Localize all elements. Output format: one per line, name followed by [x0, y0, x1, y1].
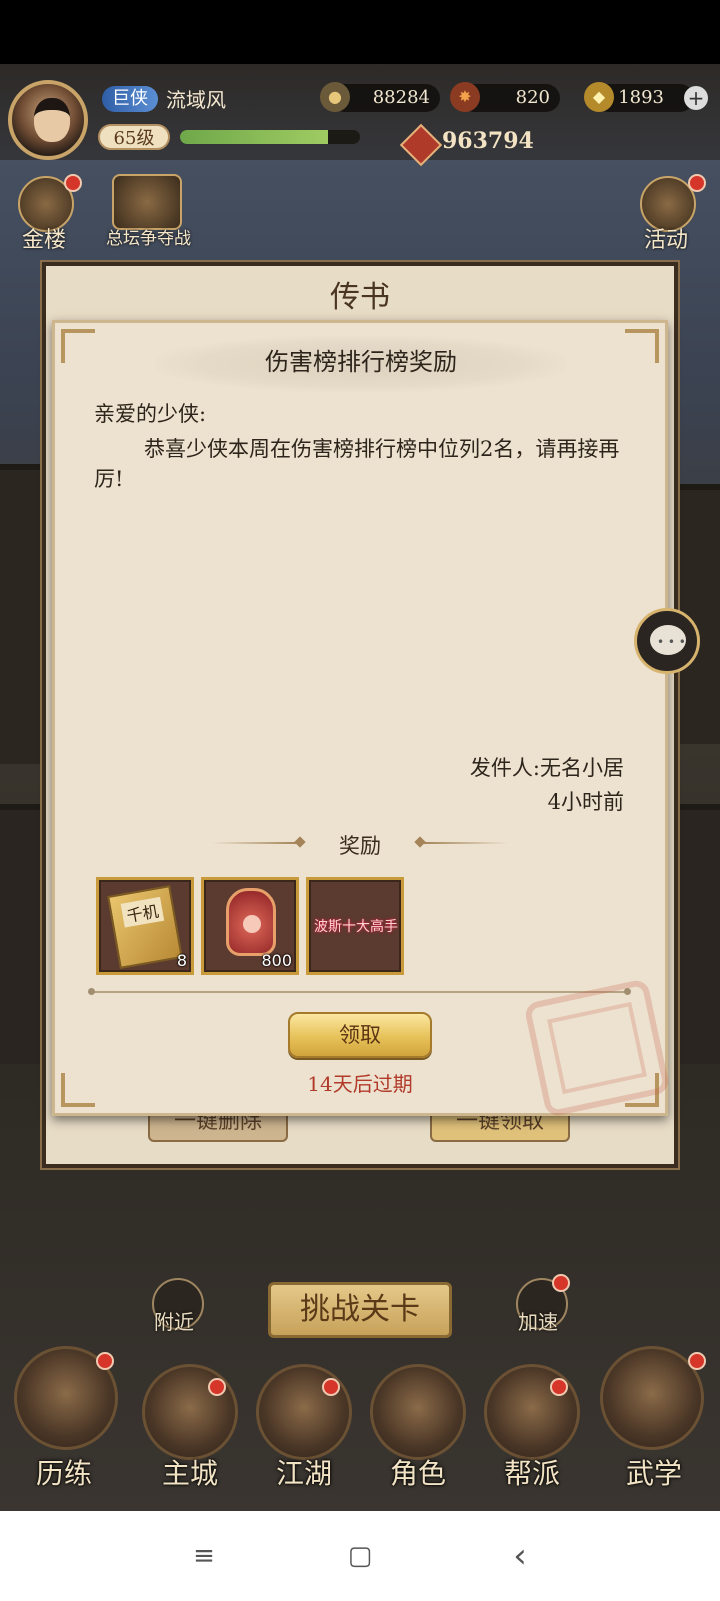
reward-item-title[interactable]: 波斯十大高手: [306, 877, 404, 975]
dialog-title: 伤害榜排行榜奖励: [265, 348, 457, 376]
side-item-event[interactable]: 活动: [644, 222, 688, 254]
notification-dot: [552, 1274, 570, 1292]
player-avatar[interactable]: [8, 80, 88, 160]
nav-guild-icon[interactable]: [484, 1364, 580, 1460]
speed-up-label[interactable]: 加速: [518, 1306, 558, 1335]
flame-gem-icon: ✸: [450, 82, 480, 112]
divider-dot: [88, 988, 95, 995]
scroll-book-icon: 千机: [107, 885, 183, 969]
nav-jianghu-icon[interactable]: [256, 1364, 352, 1460]
notification-dot: [688, 174, 706, 192]
xp-fill: [180, 130, 328, 144]
notification-dot: [550, 1378, 568, 1396]
combat-power-value: 963794: [442, 128, 534, 154]
chat-button[interactable]: • • •: [634, 608, 700, 674]
nav-city-icon[interactable]: [142, 1364, 238, 1460]
notification-dot: [688, 1352, 706, 1370]
side-item-faction-war[interactable]: 总坛争夺战: [106, 224, 191, 249]
notification-dot: [96, 1352, 114, 1370]
gem-value: 820: [515, 87, 550, 108]
nav-city[interactable]: 主城: [140, 1452, 240, 1492]
notification-dot: [208, 1378, 226, 1396]
coin-value: 88284: [372, 87, 430, 108]
notification-dot: [64, 174, 82, 192]
corner-ornament: [61, 329, 95, 363]
ornament-line: [212, 842, 298, 844]
mail-panel-title: 传书: [330, 280, 390, 315]
nav-character-icon[interactable]: [370, 1364, 466, 1460]
mail-greeting: 亲爱的少侠:: [94, 402, 207, 426]
rank-badge: 巨侠: [102, 86, 158, 112]
coin-counter: ● 88284: [320, 82, 440, 112]
reward-count: 800: [261, 951, 292, 970]
notification-dot: [322, 1378, 340, 1396]
nav-jianghu[interactable]: 江湖: [254, 1452, 354, 1492]
side-item-gold-tower[interactable]: 金楼: [22, 222, 66, 254]
ornament-line: [422, 842, 508, 844]
gem-counter: ✸ 820: [450, 82, 560, 112]
mail-sender: 发件人:无名小居: [469, 756, 624, 780]
red-emblem-icon: [226, 888, 276, 956]
reward-item-emblem[interactable]: 800: [201, 877, 299, 975]
corner-ornament: [625, 329, 659, 363]
challenge-button[interactable]: 挑战关卡: [268, 1282, 452, 1338]
xp-bar: [180, 130, 360, 144]
add-currency-icon[interactable]: +: [684, 86, 708, 110]
nav-character[interactable]: 角色: [368, 1452, 468, 1492]
chat-dots: • • •: [657, 635, 686, 649]
corner-ornament: [61, 1073, 95, 1107]
title-banner-icon: 波斯十大高手: [314, 919, 398, 935]
nav-training[interactable]: 历练: [14, 1452, 114, 1492]
back-icon[interactable]: ‹: [502, 1538, 538, 1574]
claim-button[interactable]: 领取: [288, 1012, 432, 1058]
mail-time: 4小时前: [547, 790, 624, 814]
divider: [92, 991, 628, 993]
home-icon[interactable]: ▢: [342, 1538, 378, 1574]
nav-guild[interactable]: 帮派: [482, 1452, 582, 1492]
reward-count: 8: [176, 951, 187, 970]
player-name: 流域风: [166, 88, 226, 112]
mail-body: 恭喜少侠本周在伤害榜排行榜中位列2名，请再接再厉!: [94, 437, 620, 491]
recent-apps-icon[interactable]: ≡: [186, 1538, 222, 1574]
book-label: 千机: [120, 896, 165, 928]
expiry-text: 14天后过期: [307, 1072, 413, 1096]
gold-value: 1893: [618, 87, 664, 108]
level-badge: 65级: [98, 124, 170, 150]
nav-martial-arts[interactable]: 武学: [604, 1452, 704, 1492]
rewards-heading: 奖励: [339, 834, 381, 858]
coin-icon: ●: [320, 82, 350, 112]
status-bar: [0, 0, 720, 64]
nearby-label[interactable]: 附近: [154, 1306, 194, 1335]
gold-ingot-icon: ◆: [584, 82, 614, 112]
faction-war-icon[interactable]: [112, 174, 182, 230]
gold-counter: ◆ 1893: [584, 82, 694, 112]
reward-item-book[interactable]: 千机 8: [96, 877, 194, 975]
